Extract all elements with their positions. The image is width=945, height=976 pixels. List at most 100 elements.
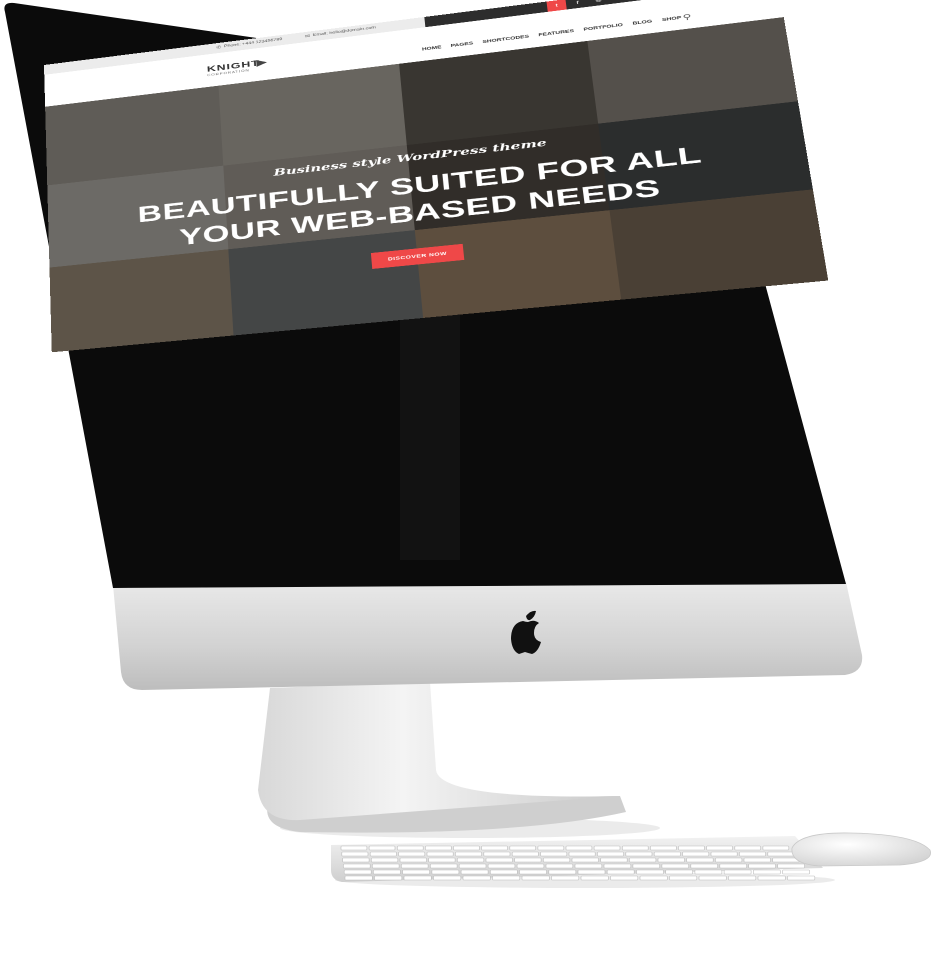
- keyboard-key: [597, 851, 624, 857]
- keyboard-key: [342, 857, 370, 863]
- keyboard-key: [787, 875, 816, 881]
- keyboard-key: [455, 851, 482, 857]
- keyboard-key: [682, 851, 710, 857]
- keyboard-key: [428, 857, 456, 863]
- keyboard-key: [542, 857, 571, 863]
- keyboard-key: [511, 851, 539, 857]
- keyboard-key: [521, 875, 550, 881]
- keyboard-key: [402, 869, 430, 875]
- keyboard-key: [369, 851, 397, 857]
- keyboard-key: [370, 857, 399, 863]
- keyboard-key: [621, 845, 649, 851]
- keyboard-key: [723, 869, 752, 875]
- keyboard-key: [603, 863, 632, 869]
- keyboard-key: [340, 845, 368, 851]
- search-icon[interactable]: ⚲: [682, 12, 692, 21]
- keyboard-key: [343, 869, 372, 875]
- keyboard-key: [636, 869, 664, 875]
- keyboard-key: [344, 875, 373, 881]
- keyboard-key: [694, 869, 723, 875]
- imac-stand: [258, 682, 620, 821]
- keyboard-key: [460, 869, 489, 875]
- keyboard-key: [580, 875, 609, 881]
- keyboard-key: [373, 869, 401, 875]
- keyboard-key: [371, 863, 400, 869]
- keyboard-key: [519, 869, 547, 875]
- keyboard-key: [686, 857, 714, 863]
- keyboard-key: [374, 875, 403, 881]
- keyboard-key: [399, 857, 427, 863]
- keyboard-key: [748, 863, 776, 869]
- keyboard-key: [492, 875, 521, 881]
- logo-triangle-icon: [256, 58, 268, 67]
- keyboard-key: [403, 875, 432, 881]
- keyboard-key: [545, 863, 574, 869]
- keyboard-key: [719, 863, 747, 869]
- keyboard-key: [629, 857, 657, 863]
- keyboard-key: [690, 863, 718, 869]
- keyboard-key: [487, 863, 516, 869]
- keyboard-key: [431, 869, 460, 875]
- keyboard-key: [540, 851, 568, 857]
- keyboard-key: [639, 875, 668, 881]
- menu-item-features[interactable]: FEATURES: [538, 29, 574, 37]
- keyboard-key: [698, 875, 727, 881]
- keyboard-key: [537, 845, 565, 851]
- keyboard-key: [767, 851, 795, 857]
- keyboard-key: [574, 863, 603, 869]
- keyboard-key: [429, 863, 458, 869]
- keyboard-key: [706, 845, 733, 851]
- keyboard-key: [481, 845, 508, 851]
- menu-item-portfolio[interactable]: PORTFOLIO: [583, 23, 623, 32]
- keyboard-key: [762, 845, 790, 851]
- keyboard-key: [341, 851, 369, 857]
- keyboard-key: [489, 869, 518, 875]
- keyboard-key: [777, 863, 805, 869]
- keyboard-key: [669, 875, 698, 881]
- phone-icon: ✆: [216, 45, 222, 50]
- keyboard-key: [661, 863, 690, 869]
- keyboard-key: [462, 875, 491, 881]
- keyboard-key: [752, 869, 781, 875]
- magic-mouse: [791, 832, 932, 867]
- keyboard-key: [625, 851, 653, 857]
- keyboard-key: [483, 851, 511, 857]
- keyboard-key: [456, 857, 485, 863]
- keyboard-key: [485, 857, 513, 863]
- menu-item-pages[interactable]: PAGES: [451, 41, 474, 48]
- keyboard-key: [548, 869, 577, 875]
- keyboard-key: [600, 857, 628, 863]
- keyboard-key: [425, 845, 452, 851]
- keyboard-key: [551, 875, 580, 881]
- menu-item-shortcodes[interactable]: SHORTCODES: [482, 35, 529, 45]
- keyboard-key: [368, 845, 396, 851]
- keyboard-key: [593, 845, 621, 851]
- menu-item-blog[interactable]: BLOG: [632, 19, 652, 25]
- envelope-icon: ✉: [304, 34, 311, 39]
- keyboard-key: [728, 875, 757, 881]
- keyboard-key: [577, 869, 606, 875]
- menu-item-home[interactable]: HOME: [422, 45, 442, 51]
- keyboard-key: [514, 857, 542, 863]
- keyboard-key: [453, 845, 480, 851]
- menu-item-shop[interactable]: SHOP: [662, 16, 682, 22]
- keyboard-key: [426, 851, 454, 857]
- keyboard-key: [400, 863, 429, 869]
- keyboard-key: [632, 863, 661, 869]
- keyboard-key: [743, 857, 771, 863]
- keyboard-key: [715, 857, 743, 863]
- keyboard-key: [710, 851, 738, 857]
- imac-chin: [113, 582, 863, 690]
- keyboard-key: [433, 875, 462, 881]
- keyboard-key: [610, 875, 639, 881]
- site-logo[interactable]: KNIGHT CORPORATION: [207, 58, 268, 77]
- keyboard-key: [734, 845, 761, 851]
- keyboard-key: [653, 851, 681, 857]
- keyboard-key: [665, 869, 694, 875]
- keyboard-key: [657, 857, 685, 863]
- keyboard-key: [606, 869, 635, 875]
- keyboard-key: [343, 863, 371, 869]
- keyboard-key: [568, 851, 596, 857]
- keyboard-key: [757, 875, 786, 881]
- keyboard-key: [565, 845, 593, 851]
